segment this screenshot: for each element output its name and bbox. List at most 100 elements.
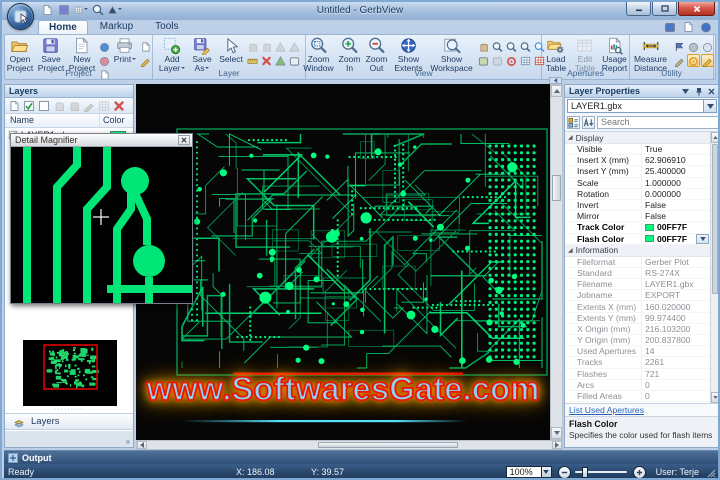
mirror-layer-icon[interactable] [274,54,287,67]
print-setup-icon[interactable] [139,54,152,67]
resize-grip[interactable] [707,469,716,479]
save-project-button[interactable]: Save Project [36,36,66,72]
property-row-extents-y-mm[interactable]: Extents Y (mm) 99.974400 [565,312,710,324]
magnifier-title-bar[interactable]: Detail Magnifier [11,134,192,147]
snap-center-icon[interactable] [686,54,700,67]
property-row-rotation[interactable]: Rotation 0.000000 [565,188,710,200]
new-project-button[interactable]: New Project [67,36,97,72]
property-row-filled-areas[interactable]: Filled Areas 0 [565,390,710,403]
categorized-view-button[interactable] [567,115,580,129]
copy-layer-icon[interactable] [260,40,273,53]
new-window-icon[interactable] [681,20,695,33]
zoom-out-button[interactable]: Zoom Out [364,36,390,72]
color-swatch[interactable] [645,235,654,243]
print-preview-icon[interactable] [91,4,105,17]
layout-icon[interactable] [491,54,504,67]
properties-search-input[interactable] [598,117,718,127]
search-box[interactable] [597,115,718,129]
property-row-x-origin-mm[interactable]: X Origin (mm) 216.103200 [565,323,710,335]
property-row-visible[interactable]: Visible True [565,144,710,156]
edit-table-button[interactable]: Edit Table [571,36,599,72]
scale-layer-icon[interactable] [288,40,301,53]
move-layer-icon[interactable] [246,40,259,53]
layer-visible-checkbox-icon[interactable] [22,99,36,112]
delete-layer-icon[interactable] [112,99,126,112]
add-layer-icon[interactable] [7,99,21,112]
tab-tools[interactable]: Tools [145,20,188,34]
save-icon[interactable] [57,4,71,17]
zoom-slider[interactable] [574,466,627,479]
property-row-extents-x-mm[interactable]: Extents X (mm) 160.020000 [565,301,710,313]
maximize-button[interactable] [652,2,677,16]
detail-magnifier-window[interactable]: Detail Magnifier [10,133,193,304]
lasso-icon[interactable] [701,40,714,53]
property-row-tracks[interactable]: Tracks 2261 [565,357,710,369]
panel-close-icon[interactable] [706,86,717,96]
combo-arrow-icon[interactable] [703,100,716,112]
horizontal-scroll-thumb[interactable] [318,442,458,448]
zoom-all-icon[interactable] [519,40,532,53]
scroll-right-button[interactable] [552,441,562,449]
tab-markup[interactable]: Markup [90,20,143,34]
zoom-combo-arrow-icon[interactable] [541,466,552,478]
app-menu-button[interactable] [7,3,34,30]
section-header-display[interactable]: ◢ Display [565,132,710,144]
property-row-mirror[interactable]: Mirror False [565,211,710,223]
vertical-scrollbar[interactable] [550,84,563,440]
panel-collapse-button[interactable] [549,77,562,84]
flash-color-dropdown-button[interactable] [696,233,709,244]
pan-icon[interactable] [477,40,490,53]
overview-thumbnail[interactable] [23,340,117,406]
output-bar[interactable]: Output [4,450,718,464]
property-row-used-apertures[interactable]: Used Apertures 14 [565,346,710,358]
column-header-color[interactable]: Color [100,114,133,127]
load-table-button[interactable]: Load Table [542,36,570,72]
pcb-canvas[interactable]: www.SoftwaresGate.com [136,84,550,440]
move-layer-down-icon[interactable] [67,99,81,112]
customize-qat-icon[interactable] [108,4,122,17]
project-info-icon[interactable] [98,40,111,53]
zoom-window-button[interactable]: Zoom Window [302,36,336,72]
pin-icon[interactable] [693,86,704,96]
usage-report-button[interactable]: Usage Report [600,36,629,72]
open-project-button[interactable]: Open Project [5,36,35,72]
tab-home[interactable]: Home [38,20,88,34]
movie-export-icon[interactable] [663,20,677,33]
property-row-flash-color[interactable]: Flash Color 00FF7F [565,233,710,245]
layer-hidden-checkbox-icon[interactable] [37,99,51,112]
horizontal-scrollbar[interactable] [136,440,563,450]
property-row-standard[interactable]: Standard RS-274X [565,267,710,280]
measure-distance-button[interactable]: Measure Distance [630,36,672,72]
column-header-name[interactable]: Name [5,114,100,127]
print-button[interactable]: Print [112,36,138,64]
property-row-filename[interactable]: Filename LAYER1.gbx [565,279,710,291]
add-layer-button[interactable]: Add Layer [157,36,187,72]
zoom-level-combo[interactable]: 100% [505,466,542,478]
color-swatch[interactable] [645,223,654,231]
property-row-track-color[interactable]: Track Color 00FF7F [565,222,710,234]
merge-layers-icon[interactable] [82,99,96,112]
vertical-scroll-thumb[interactable] [552,175,561,201]
paint-layer-icon[interactable] [246,54,259,67]
alphabetical-view-button[interactable] [582,115,595,129]
crop-layer-icon[interactable] [288,54,301,67]
grid-icon[interactable] [519,54,532,67]
layers-bottom-tab[interactable]: Layers [5,413,133,430]
project-options-icon[interactable] [98,54,111,67]
print-preview-icon[interactable] [139,40,152,53]
scroll-up-button[interactable] [551,85,562,97]
property-row-fileformat[interactable]: Fileformat Gerber Plot [565,256,710,268]
property-row-arcs[interactable]: Arcs 0 [565,379,710,391]
quick-print-icon[interactable] [74,4,88,17]
panel-menu-icon[interactable] [680,86,691,96]
property-row-y-origin-mm[interactable]: Y Origin (mm) 200.837800 [565,335,710,347]
show-workspace-button[interactable]: Show Workspace [428,36,476,72]
markup-pen-icon[interactable] [700,54,714,67]
scroll-down-button[interactable] [551,427,562,439]
scroll-left-button[interactable] [137,441,147,449]
probe-icon[interactable] [673,54,686,67]
search-objects-icon[interactable] [687,40,700,53]
layer-selector-combo[interactable]: LAYER1.gbx [567,99,717,113]
zoom-in-status-button[interactable] [632,465,646,478]
overflow-chevron-icon[interactable]: » [126,437,130,446]
